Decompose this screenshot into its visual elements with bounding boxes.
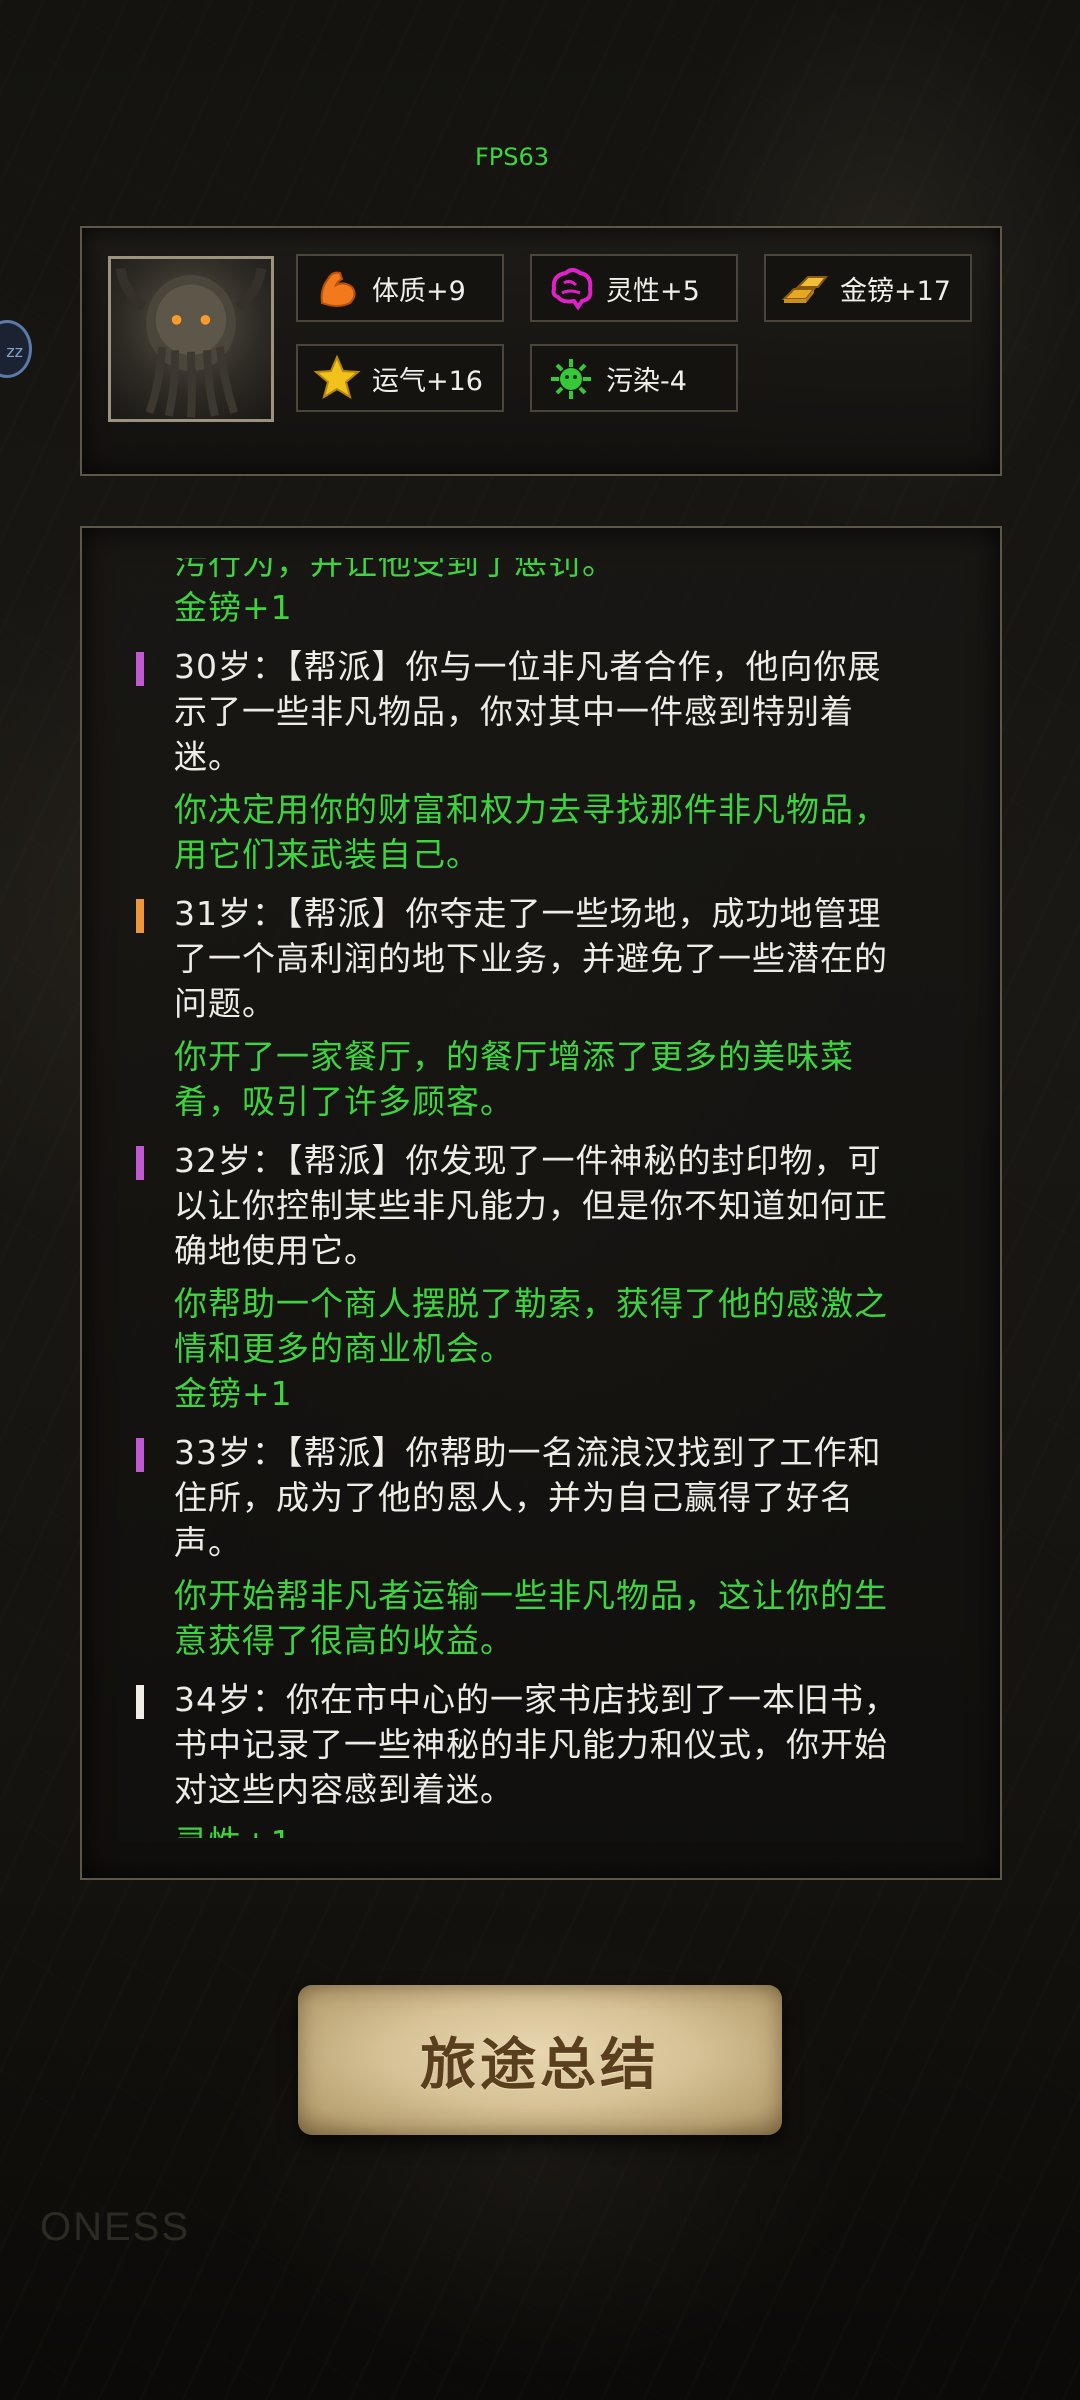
log-entry-line: 30岁：【帮派】你与一位非凡者合作，他向你展 bbox=[174, 647, 882, 686]
log-effect-line: 灵性+1 bbox=[82, 1820, 1000, 1838]
log-entry-line: 迷。 bbox=[174, 737, 242, 776]
log-effect-line: 你帮助一个商人摆脱了勒索，获得了他的感激之 bbox=[174, 1284, 888, 1323]
fps-counter: FPS63 bbox=[475, 143, 550, 171]
stat-spirituality-label: 灵性+5 bbox=[606, 275, 700, 307]
log-entry-age-34: 34岁：你在市中心的一家书店找到了一本旧书， 书中记录了一些神秘的非凡能力和仪式… bbox=[82, 1677, 1000, 1838]
stat-luck: 运气+16 bbox=[296, 344, 504, 412]
life-log-content: 污行为，并让他受到了惩罚。 金镑+1 30岁：【帮派】你与一位非凡者合作，他向你… bbox=[82, 558, 1000, 1838]
log-entry-effect: 你帮助一个商人摆脱了勒索，获得了他的感激之 情和更多的商业机会。 金镑+1 bbox=[82, 1281, 1000, 1416]
log-effect-line: 金镑+1 bbox=[174, 588, 293, 627]
log-entry-line: 了一个高利润的地下业务，并避免了一些潜在的 bbox=[174, 939, 888, 978]
life-log-scroll[interactable]: 污行为，并让他受到了惩罚。 金镑+1 30岁：【帮派】你与一位非凡者合作，他向你… bbox=[82, 558, 1000, 1838]
log-entry-effect: 你开始帮非凡者运输一些非凡物品，这让你的生 意获得了很高的收益。 bbox=[82, 1573, 1000, 1663]
log-entry-line: 住所，成为了他的恩人，并为自己赢得了好名 bbox=[174, 1478, 854, 1517]
log-entry-line: 31岁：【帮派】你夺走了一些场地，成功地管理 bbox=[174, 894, 882, 933]
log-effect-line: 你决定用你的财富和权力去寻找那件非凡物品， bbox=[174, 790, 888, 829]
log-entry-line: 确地使用它。 bbox=[174, 1231, 378, 1270]
background-watermark: ONESS bbox=[40, 2205, 191, 2249]
log-entry-line: 示了一些非凡物品，你对其中一件感到特别着 bbox=[174, 692, 854, 731]
virus-icon bbox=[546, 353, 596, 403]
log-entry-age-33: 33岁：【帮派】你帮助一名流浪汉找到了工作和 住所，成为了他的恩人，并为自己赢得… bbox=[82, 1430, 1000, 1663]
log-entry-line: 32岁：【帮派】你发现了一件神秘的封印物，可 bbox=[174, 1141, 882, 1180]
life-log-panel[interactable]: 污行为，并让他受到了惩罚。 金镑+1 30岁：【帮派】你与一位非凡者合作，他向你… bbox=[80, 526, 1002, 1880]
log-effect-line: 用它们来武装自己。 bbox=[174, 835, 480, 874]
log-effect-line: 金镑+1 bbox=[174, 1374, 293, 1413]
log-entry-age-31: 31岁：【帮派】你夺走了一些场地，成功地管理 了一个高利润的地下业务，并避免了一… bbox=[82, 891, 1000, 1124]
gold-bars-icon bbox=[780, 263, 830, 313]
stat-pounds: 金镑+17 bbox=[764, 254, 972, 322]
stat-luck-label: 运气+16 bbox=[372, 365, 483, 397]
stat-constitution: 体质+9 bbox=[296, 254, 504, 322]
stat-pollution: 污染-4 bbox=[530, 344, 738, 412]
log-entry-effect: 灵性+1 bbox=[82, 1820, 1000, 1838]
log-effect-line: 情和更多的商业机会。 bbox=[174, 1329, 514, 1368]
log-entry-age-32: 32岁：【帮派】你发现了一件神秘的封印物，可 以让你控制某些非凡能力，但是你不知… bbox=[82, 1138, 1000, 1416]
log-entry-effect: 你开了一家餐厅，的餐厅增添了更多的美味菜 肴，吸引了许多顾客。 bbox=[82, 1034, 1000, 1124]
log-effect-line: 你开了一家餐厅，的餐厅增添了更多的美味菜 bbox=[174, 1037, 854, 1076]
brain-icon bbox=[546, 263, 596, 313]
log-entry-line: 34岁：你在市中心的一家书店找到了一本旧书， bbox=[174, 1680, 898, 1719]
log-entry-line: 以让你控制某些非凡能力，但是你不知道如何正 bbox=[174, 1186, 888, 1225]
stat-pounds-label: 金镑+17 bbox=[840, 275, 951, 307]
log-entry-line: 对这些内容感到着迷。 bbox=[174, 1770, 514, 1809]
log-entry-line: 声。 bbox=[174, 1523, 242, 1562]
journey-summary-button[interactable]: 旅途总结 bbox=[298, 1985, 782, 2135]
character-stats-panel: 体质+9 灵性+5 金镑+17 运气+16 污染-4 bbox=[80, 226, 1002, 476]
log-entry-line: 33岁：【帮派】你帮助一名流浪汉找到了工作和 bbox=[174, 1433, 882, 1472]
log-effect-line: 污行为，并让他受到了惩罚。 bbox=[174, 558, 616, 582]
stat-pollution-label: 污染-4 bbox=[606, 365, 687, 397]
star-icon bbox=[312, 353, 362, 403]
stat-constitution-label: 体质+9 bbox=[372, 275, 466, 307]
log-continuation: 污行为，并让他受到了惩罚。 金镑+1 bbox=[82, 558, 1000, 630]
log-entry-line: 书中记录了一些神秘的非凡能力和仪式，你开始 bbox=[174, 1725, 888, 1764]
log-effect-line: 肴，吸引了许多顾客。 bbox=[174, 1082, 514, 1121]
muscle-arm-icon bbox=[312, 263, 362, 313]
cthulhu-portrait-icon bbox=[115, 267, 267, 418]
character-portrait[interactable] bbox=[108, 256, 274, 422]
log-effect-line: 你开始帮非凡者运输一些非凡物品，这让你的生 bbox=[174, 1576, 888, 1615]
log-entry-age-30: 30岁：【帮派】你与一位非凡者合作，他向你展 示了一些非凡物品，你对其中一件感到… bbox=[82, 644, 1000, 877]
log-entry-line: 问题。 bbox=[174, 984, 276, 1023]
log-entry-effect: 你决定用你的财富和权力去寻找那件非凡物品， 用它们来武装自己。 bbox=[82, 787, 1000, 877]
log-effect-line: 意获得了很高的收益。 bbox=[174, 1621, 514, 1660]
journey-summary-label: 旅途总结 bbox=[420, 2031, 660, 2098]
stat-spirituality: 灵性+5 bbox=[530, 254, 738, 322]
